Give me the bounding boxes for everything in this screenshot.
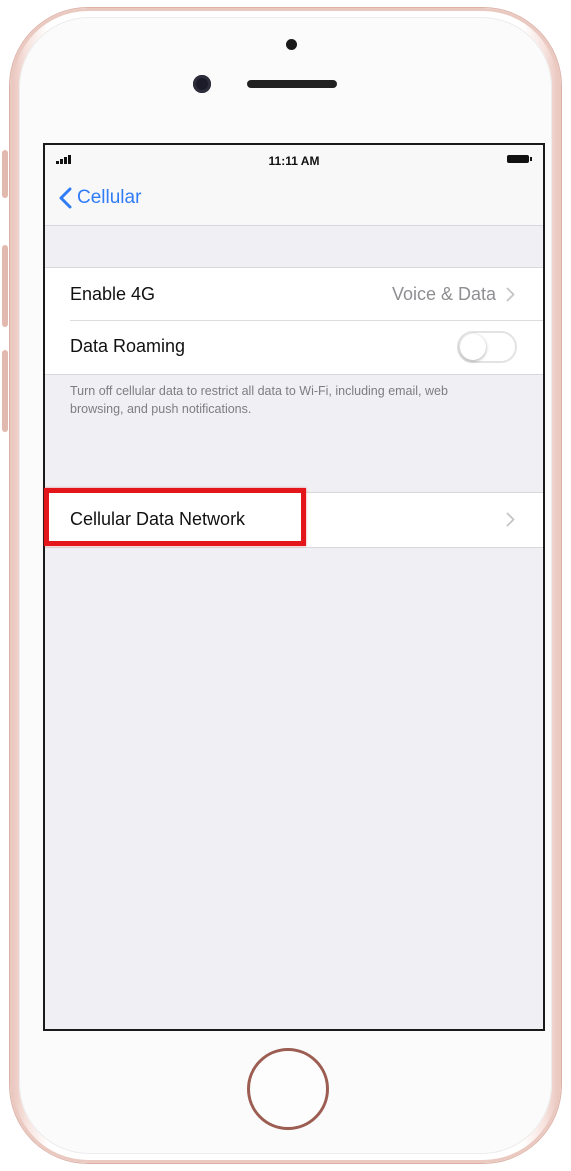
chevron-right-icon bbox=[506, 512, 515, 526]
data-roaming-label: Data Roaming bbox=[70, 335, 186, 356]
battery-icon bbox=[507, 155, 532, 163]
status-time: 11:11 AM bbox=[268, 154, 320, 168]
highlight-annotation-box bbox=[44, 488, 306, 546]
phone-screen: 11:11 AM Cellular Enable 4G Voice & Data… bbox=[43, 143, 545, 1031]
volume-up-button bbox=[2, 245, 8, 327]
front-camera bbox=[193, 75, 211, 93]
enable-4g-accessory: Voice & Data bbox=[392, 268, 515, 320]
back-chevron-icon bbox=[59, 187, 72, 209]
cellular-data-footnote: Turn off cellular data to restrict all d… bbox=[70, 384, 448, 416]
toggle-knob bbox=[460, 334, 486, 360]
home-button[interactable] bbox=[247, 1048, 329, 1130]
proximity-sensor bbox=[286, 39, 297, 50]
mute-switch bbox=[2, 150, 8, 198]
volume-down-button bbox=[2, 350, 8, 432]
back-button[interactable]: Cellular bbox=[59, 187, 141, 209]
data-roaming-toggle[interactable] bbox=[457, 331, 517, 363]
earpiece-speaker bbox=[247, 80, 337, 88]
chevron-right-icon bbox=[506, 287, 515, 301]
status-bar: 11:11 AM bbox=[45, 145, 543, 175]
enable-4g-label: Enable 4G bbox=[70, 283, 156, 304]
navigation-bar: Cellular bbox=[45, 175, 543, 226]
enable-4g-value: Voice & Data bbox=[391, 283, 496, 304]
network-settings-group: Enable 4G Voice & Data Data Roaming bbox=[45, 267, 543, 375]
data-roaming-row: Data Roaming bbox=[45, 320, 543, 372]
back-label: Cellular bbox=[77, 187, 142, 208]
cellular-data-network-accessory bbox=[506, 493, 515, 545]
enable-4g-row[interactable]: Enable 4G Voice & Data bbox=[45, 268, 543, 320]
